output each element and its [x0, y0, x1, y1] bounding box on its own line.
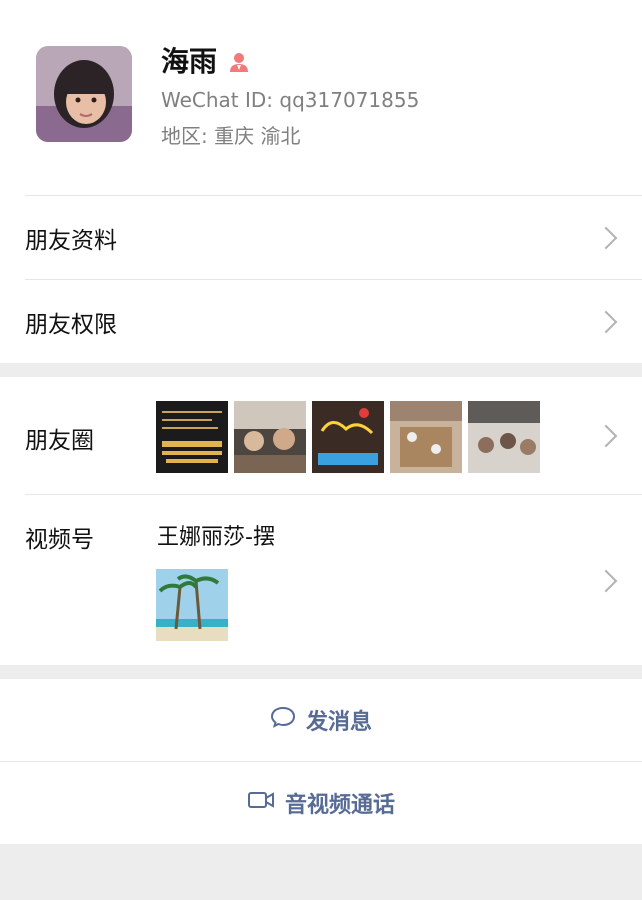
avatar[interactable] [36, 46, 132, 142]
channels-row[interactable]: 视频号 王娜丽莎-摆 [0, 495, 642, 665]
moments-thumbnails [156, 401, 540, 473]
chat-bubble-icon [270, 705, 296, 735]
chevron-right-icon [594, 310, 618, 333]
female-icon [227, 48, 251, 72]
send-message-button[interactable]: 发消息 [0, 679, 642, 761]
chevron-right-icon [594, 569, 618, 593]
video-call-button[interactable]: 音视频通话 [0, 762, 642, 844]
profile-name: 海雨 [161, 40, 251, 80]
profile-header: 海雨 WeChat ID: qq317071855 地区: 重庆 渝北 [0, 0, 642, 195]
actions-card: 发消息 音视频通话 [0, 679, 642, 844]
friend-profile-label: 朋友资料 [25, 227, 117, 254]
friend-profile-row[interactable]: 朋友资料 [0, 196, 642, 279]
profile-card: 海雨 WeChat ID: qq317071855 地区: 重庆 渝北 朋友资料… [0, 0, 642, 363]
wechat-id: WeChat ID: qq317071855 [161, 88, 420, 112]
moment-photo-dining [234, 401, 306, 473]
chevron-right-icon [594, 424, 618, 447]
social-card: 朋友圈 视频号 王娜丽莎-摆 [0, 377, 642, 665]
video-call-label: 音视频通话 [284, 793, 395, 818]
channels-label: 视频号 [25, 527, 94, 553]
friend-permissions-row[interactable]: 朋友权限 [0, 280, 642, 363]
moments-row[interactable]: 朋友圈 [0, 377, 642, 494]
chevron-right-icon [594, 226, 618, 249]
send-message-label: 发消息 [305, 710, 372, 735]
section-gap [0, 363, 642, 377]
profile-name-text: 海雨 [161, 45, 218, 78]
moment-photo-neon-sign [312, 401, 384, 473]
palm-beach-photo [156, 569, 228, 641]
friend-permissions-label: 朋友权限 [25, 311, 117, 338]
moment-photo-crowd [468, 401, 540, 473]
section-gap [0, 665, 642, 679]
moments-label: 朋友圈 [25, 428, 94, 454]
video-camera-icon [247, 790, 275, 816]
moment-photo-menu [156, 401, 228, 473]
moment-photo-restaurant [390, 401, 462, 473]
channels-title: 王娜丽莎-摆 [157, 525, 275, 550]
region: 地区: 重庆 渝北 [161, 124, 301, 148]
